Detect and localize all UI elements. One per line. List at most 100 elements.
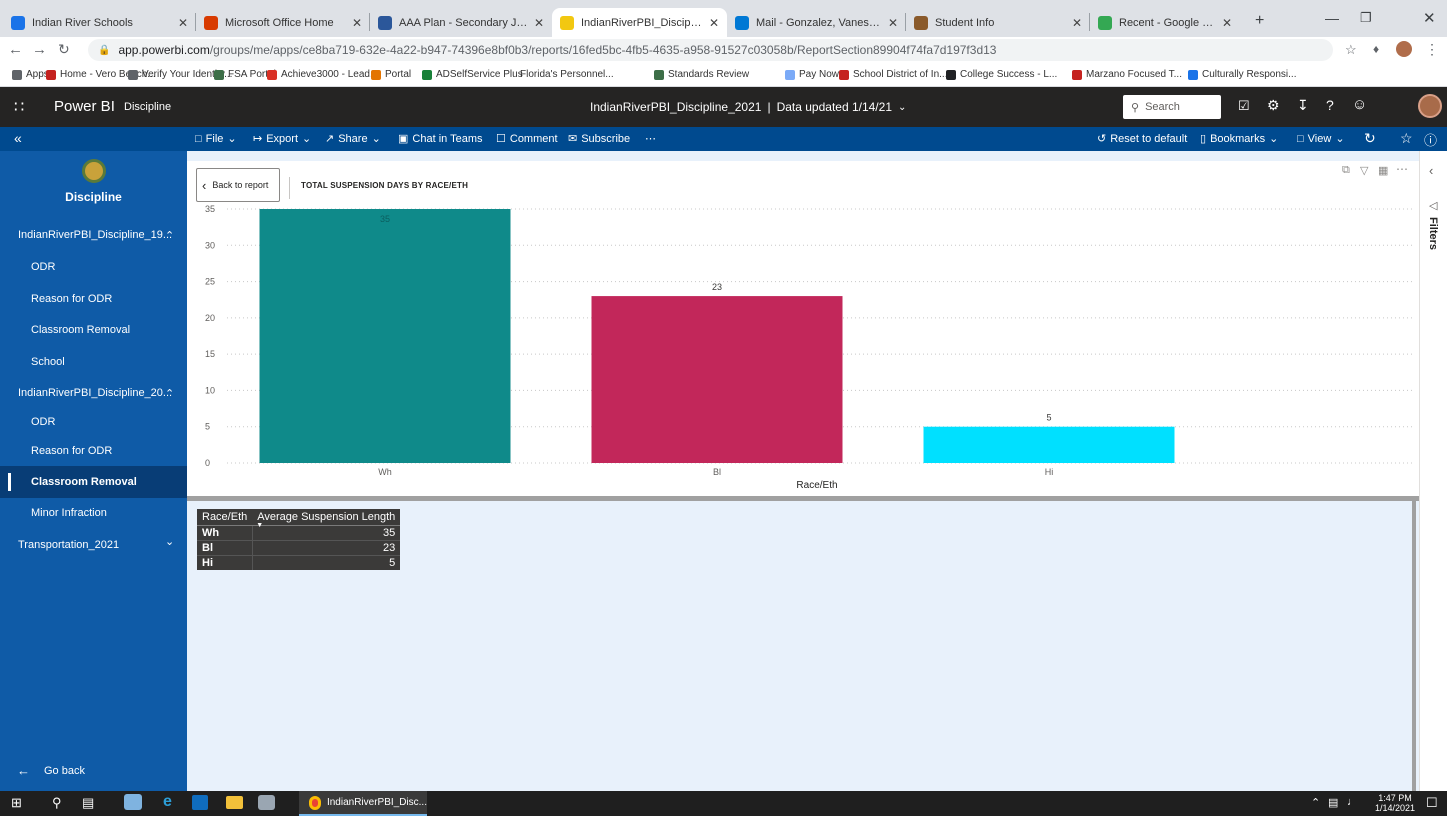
file-menu[interactable]: □ File ⌄ [195,132,237,146]
table-row[interactable]: Hi 5 [197,555,401,570]
bookmark-item[interactable]: Florida's Personnel... [516,69,614,80]
refresh-icon[interactable]: ↻ [1364,130,1376,147]
new-tab-icon[interactable]: + [1255,12,1264,30]
nav-page-item[interactable]: Minor Infraction [0,497,187,529]
export-menu[interactable]: ↦ Export ⌄ [253,132,311,146]
browser-tab[interactable]: Mail - Gonzalez, Vanessa - Outlo ✕ [727,8,906,37]
edge-browser-icon[interactable]: e [163,793,172,811]
file-explorer-icon[interactable] [226,796,243,809]
search-box[interactable]: ⚲ Search [1123,95,1221,119]
tab-close-icon[interactable]: ✕ [534,16,544,30]
back-arrow-icon[interactable]: ← [8,41,23,58]
browser-menu-icon[interactable]: ⋮ [1425,41,1439,58]
tab-close-icon[interactable]: ✕ [1222,16,1232,30]
tab-close-icon[interactable]: ✕ [352,16,362,30]
control-panel-icon[interactable] [258,795,275,810]
bookmark-item[interactable]: Achieve3000 - Lead... [267,69,378,80]
nav-section[interactable]: Transportation_2021 ⌄ [0,529,187,561]
browser-tab[interactable]: Microsoft Office Home ✕ [196,8,370,37]
bookmark-item[interactable]: College Success - L... [946,69,1057,80]
bookmark-item[interactable]: Standards Review [654,69,749,80]
tray-chevron-up-icon[interactable]: ⌃ [1311,796,1320,809]
table-header-avg-length[interactable]: Average Suspension Length ▼ [252,509,401,529]
favorite-star-icon[interactable]: ☆ [1400,130,1413,147]
forward-arrow-icon[interactable]: → [32,41,47,58]
filters-pane-collapsed[interactable]: ‹ ◁ Filters [1419,151,1447,791]
nav-page-item[interactable]: ODR [0,251,187,283]
expand-filters-icon[interactable]: ‹ [1429,163,1433,178]
browser-tab[interactable]: Student Info ✕ [906,8,1090,37]
more-options-icon[interactable]: ⋯ [645,132,656,145]
comment-button[interactable]: ☐ Comment [496,132,558,146]
profile-avatar[interactable] [1396,41,1412,57]
nav-page-item[interactable]: Reason for ODR [0,283,187,315]
share-menu[interactable]: ↗ Share ⌄ [325,132,381,146]
search-icon[interactable]: ⚲ [52,795,62,811]
table-row[interactable]: Bl 23 [197,540,401,556]
bookmark-item[interactable]: Apps [12,69,49,80]
app-launcher-icon[interactable]: ∷ [14,97,24,117]
feedback-smile-icon[interactable]: ☺ [1352,96,1367,113]
table-header-race[interactable]: Race/Eth [197,509,253,526]
info-icon[interactable]: ⓘ [1424,130,1437,149]
settings-gear-icon[interactable]: ⚙ [1267,97,1280,114]
minimize-icon[interactable]: — [1325,10,1339,26]
notifications-icon[interactable]: ☑ [1238,98,1250,114]
reload-icon[interactable]: ↻ [58,41,70,58]
bookmark-item[interactable]: Portal [371,69,411,80]
view-menu[interactable]: □ View ⌄ [1297,132,1345,146]
task-view-icon[interactable]: ▤ [82,795,94,811]
tab-close-icon[interactable]: ✕ [888,16,898,30]
star-bookmark-icon[interactable]: ☆ [1345,42,1357,58]
report-title-area[interactable]: IndianRiverPBI_Discipline_2021 | Data up… [590,100,906,114]
bookmark-item[interactable]: Culturally Responsi... [1188,69,1296,80]
subscribe-button[interactable]: ✉ Subscribe [568,132,630,146]
browser-tab[interactable]: Indian River Schools ✕ [3,8,196,37]
bookmark-item[interactable]: Pay Now [785,69,839,80]
nav-page-item[interactable]: School [0,346,187,378]
taskbar-active-app[interactable]: IndianRiverPBI_Disc... [299,791,427,816]
bookmark-item[interactable]: School District of In... [839,69,947,80]
tab-close-icon[interactable]: ✕ [709,16,719,30]
nav-page-item[interactable]: ODR [0,406,187,438]
network-icon[interactable]: ▤ [1328,796,1338,809]
nav-section[interactable]: IndianRiverPBI_Discipline_19... ⌃ [0,219,187,251]
tab-close-icon[interactable]: ✕ [178,16,188,30]
restore-icon[interactable]: ❐ [1360,10,1372,26]
browser-tab[interactable]: AAA Plan - Secondary January 15 ✕ [370,8,552,37]
browser-tab[interactable]: IndianRiverPBI_Discipline_2021 - ✕ [552,8,727,37]
teams-app-icon[interactable] [124,794,142,810]
product-name[interactable]: Power BI [54,98,115,115]
bar-hi[interactable] [923,426,1175,463]
data-table[interactable]: Race/Eth Average Suspension Length ▼ Wh 3… [197,509,401,570]
collapse-nav-icon[interactable]: « [14,130,22,146]
windows-start-icon[interactable]: ⊞ [11,795,22,811]
table-row[interactable]: Wh 35 [197,525,401,541]
user-avatar[interactable] [1418,94,1442,118]
bookmark-item[interactable]: Marzano Focused T... [1072,69,1182,80]
tab-close-icon[interactable]: ✕ [1072,16,1082,30]
back-to-report-button[interactable]: ‹ Back to report [196,168,280,202]
nav-page-item[interactable]: Classroom Removal [0,314,187,346]
download-icon[interactable]: ↧ [1297,97,1309,114]
bookmarks-menu[interactable]: ▯ Bookmarks ⌄ [1200,132,1278,146]
browser-tab[interactable]: Recent - Google Drive ✕ [1090,8,1240,37]
nav-section[interactable]: IndianRiverPBI_Discipline_20... ⌃ [0,377,187,409]
visual-more-options-icon[interactable]: ⋯ [1396,162,1408,176]
bookmark-item[interactable]: ADSelfService Plus [422,69,523,80]
outlook-app-icon[interactable] [192,795,208,810]
copy-icon[interactable]: ⧉ [1342,164,1350,177]
chat-in-teams-button[interactable]: ▣ Chat in Teams [398,132,483,146]
close-window-icon[interactable]: ✕ [1423,9,1436,27]
nav-page-item[interactable]: Classroom Removal [0,466,187,498]
bar-bl[interactable] [591,296,843,463]
volume-icon[interactable]: ♩ [1347,796,1358,808]
nav-page-item[interactable]: Reason for ODR [0,435,187,467]
clock[interactable]: 1:47 PM 1/14/2021 [1375,793,1415,813]
go-back-button[interactable]: ← Go back [17,763,85,778]
bar-wh[interactable] [259,209,511,463]
help-icon[interactable]: ? [1326,97,1334,113]
notification-center-icon[interactable]: ☐ [1426,795,1438,811]
focus-mode-icon[interactable]: ▦ [1378,164,1388,177]
filter-icon[interactable]: ▽ [1360,164,1368,177]
